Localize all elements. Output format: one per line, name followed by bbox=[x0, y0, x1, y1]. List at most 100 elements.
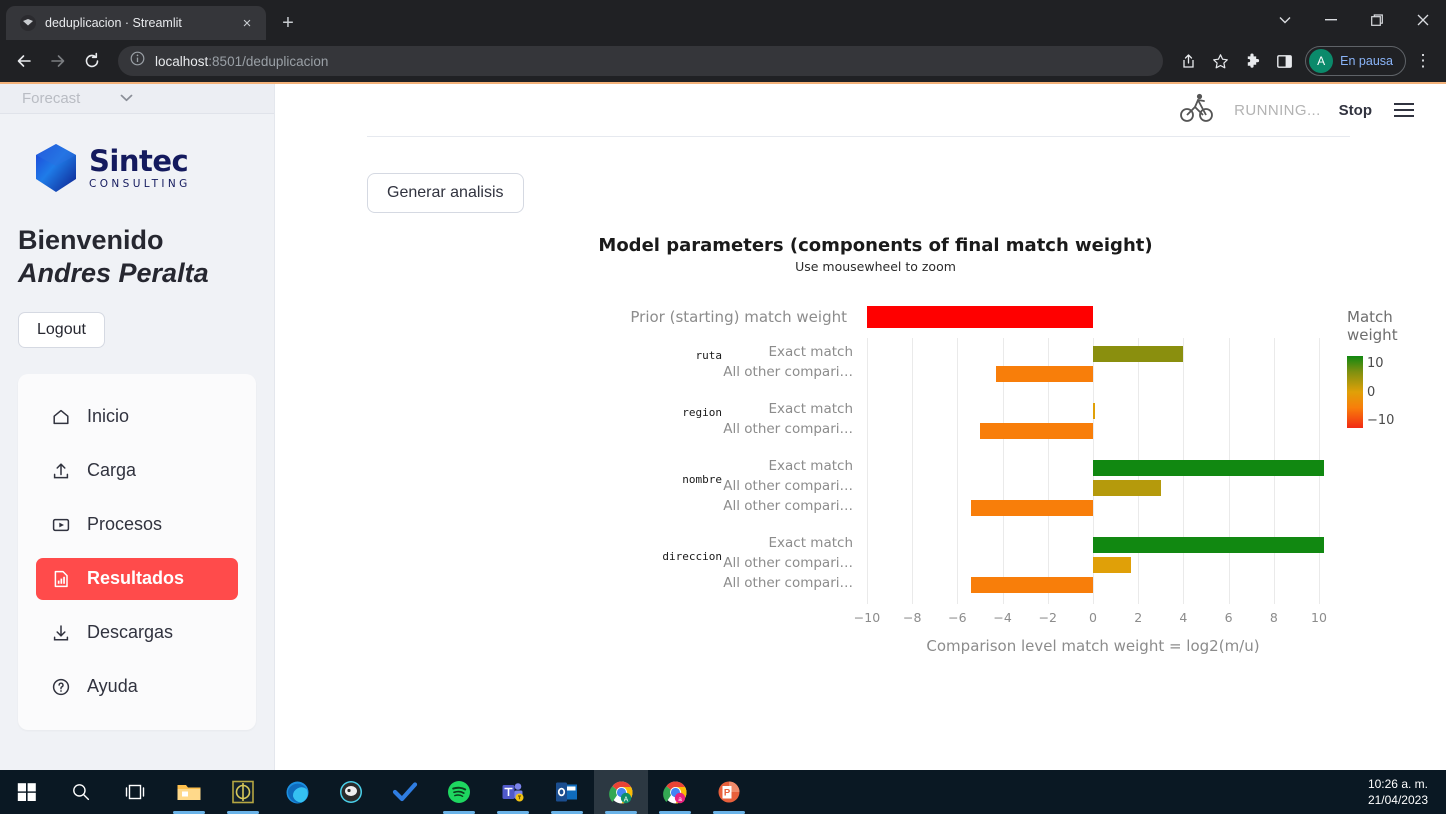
level-bar[interactable] bbox=[1093, 480, 1161, 496]
prior-match-weight-label: Prior (starting) match weight bbox=[630, 308, 847, 326]
microsoft-edge[interactable] bbox=[270, 770, 324, 814]
running-status-text: RUNNING... bbox=[1234, 101, 1321, 119]
sidebar-item-carga[interactable]: Carga bbox=[36, 450, 238, 492]
upload-icon bbox=[50, 460, 71, 481]
url-path: :8501/deduplicacion bbox=[208, 53, 329, 69]
plot-area[interactable]: Prior (starting) match weight Exact match… bbox=[275, 292, 1446, 655]
forward-icon[interactable] bbox=[42, 45, 74, 77]
browser-menu-icon[interactable]: ⋮ bbox=[1408, 46, 1438, 76]
browser-tab[interactable]: deduplicacion · Streamlit × bbox=[6, 6, 266, 40]
back-icon[interactable] bbox=[8, 45, 40, 77]
app-olive[interactable] bbox=[216, 770, 270, 814]
share-icon[interactable] bbox=[1173, 46, 1203, 76]
taskbar-clock[interactable]: 10:26 a. m. 21/04/2023 bbox=[1368, 776, 1436, 808]
group-label: nombre bbox=[682, 473, 722, 486]
close-tab-icon[interactable]: × bbox=[238, 14, 256, 32]
model-parameters-chart[interactable]: Model parameters (components of final ma… bbox=[275, 235, 1446, 655]
window-controls bbox=[1262, 0, 1446, 40]
level-bar[interactable] bbox=[995, 366, 1093, 382]
google-chrome-a[interactable]: A bbox=[594, 770, 648, 814]
spotify[interactable] bbox=[432, 770, 486, 814]
level-bar[interactable] bbox=[1093, 557, 1132, 573]
level-bar[interactable] bbox=[1093, 403, 1096, 419]
sidebar-item-label: Procesos bbox=[87, 514, 163, 535]
new-tab-button[interactable]: + bbox=[274, 9, 302, 37]
gridline bbox=[867, 338, 868, 604]
generar-analisis-button[interactable]: Generar analisis bbox=[367, 173, 524, 213]
file-explorer[interactable] bbox=[162, 770, 216, 814]
x-tick-label: 6 bbox=[1224, 610, 1233, 625]
page-info-icon[interactable] bbox=[130, 51, 145, 71]
maximize-restore-icon[interactable] bbox=[1354, 0, 1400, 40]
chart-title: Model parameters (components of final ma… bbox=[598, 235, 1153, 256]
sidebar-item-label: Ayuda bbox=[87, 676, 138, 697]
close-window-icon[interactable] bbox=[1400, 0, 1446, 40]
sidebar-item-ayuda[interactable]: Ayuda bbox=[36, 666, 238, 708]
microsoft-outlook[interactable] bbox=[540, 770, 594, 814]
sidebar-item-inicio[interactable]: Inicio bbox=[36, 396, 238, 438]
reload-icon[interactable] bbox=[76, 45, 108, 77]
browser-toolbar: localhost:8501/deduplicacion A En pausa … bbox=[0, 40, 1446, 84]
level-bar[interactable] bbox=[970, 577, 1093, 593]
colorbar-tick-low: −10 bbox=[1367, 413, 1395, 428]
side-panel-icon[interactable] bbox=[1269, 46, 1299, 76]
sidebar-item-label: Resultados bbox=[87, 568, 185, 589]
profile-chip[interactable]: A En pausa bbox=[1305, 46, 1406, 76]
chart-subtitle: Use mousewheel to zoom bbox=[795, 259, 956, 274]
logout-button[interactable]: Logout bbox=[18, 311, 105, 348]
logo-name: Sintec bbox=[89, 143, 189, 178]
tab-search-icon[interactable] bbox=[1262, 0, 1308, 40]
prior-match-weight-bar[interactable] bbox=[867, 306, 1093, 328]
colorbar-tick-mid: 0 bbox=[1367, 384, 1376, 400]
level-bar[interactable] bbox=[970, 500, 1093, 516]
logo-subtitle: CONSULTING bbox=[89, 177, 191, 190]
svg-text:a: a bbox=[678, 796, 682, 803]
sintec-logo-text: Sintec CONSULTING bbox=[89, 143, 191, 190]
microsoft-teams[interactable] bbox=[486, 770, 540, 814]
header-divider bbox=[367, 136, 1350, 137]
task-view-button[interactable] bbox=[108, 770, 162, 814]
level-bar[interactable] bbox=[980, 423, 1093, 439]
level-label: All other compari… bbox=[723, 421, 853, 437]
x-tick-label: −8 bbox=[902, 610, 922, 625]
address-bar[interactable]: localhost:8501/deduplicacion bbox=[118, 46, 1164, 76]
level-label: All other compari… bbox=[723, 364, 853, 380]
x-axis-title: Comparison level match weight = log2(m/u… bbox=[926, 637, 1260, 655]
app-menu-icon[interactable] bbox=[1390, 99, 1418, 121]
sidebar-item-descargas[interactable]: Descargas bbox=[36, 612, 238, 654]
microsoft-powerpoint[interactable]: P bbox=[702, 770, 756, 814]
sidebar-item-label: Inicio bbox=[87, 406, 130, 427]
google-chrome-b[interactable]: a bbox=[648, 770, 702, 814]
group-label: direccion bbox=[662, 550, 722, 563]
extensions-puzzle-icon[interactable] bbox=[1237, 46, 1267, 76]
svg-text:P: P bbox=[724, 788, 731, 799]
svg-text:A: A bbox=[623, 796, 628, 803]
stop-button[interactable]: Stop bbox=[1339, 102, 1372, 119]
sidebar-item-procesos[interactable]: Procesos bbox=[36, 504, 238, 546]
minimize-icon[interactable] bbox=[1308, 0, 1354, 40]
play-box-icon bbox=[50, 514, 71, 535]
app-sidebar: Forecast Sintec CONSULTING Bienvenido An… bbox=[0, 84, 275, 770]
microsoft-todo[interactable] bbox=[378, 770, 432, 814]
x-tick-label: 2 bbox=[1134, 610, 1143, 625]
bookmark-star-icon[interactable] bbox=[1205, 46, 1235, 76]
search-button[interactable] bbox=[54, 770, 108, 814]
level-label: All other compari… bbox=[723, 575, 853, 591]
start-button[interactable] bbox=[0, 770, 54, 814]
browser-window: deduplicacion · Streamlit × + localhost:… bbox=[0, 0, 1446, 814]
sidebar-item-resultados[interactable]: Resultados bbox=[36, 557, 238, 600]
level-bar[interactable] bbox=[1093, 537, 1324, 553]
legend-colorbar: 10 0 −10 bbox=[1347, 356, 1446, 428]
group-label: ruta bbox=[695, 349, 723, 362]
download-icon bbox=[50, 622, 71, 643]
level-bar[interactable] bbox=[1093, 460, 1324, 476]
app-dark-circle[interactable] bbox=[324, 770, 378, 814]
windows-taskbar: A a P 10:26 a. m. 21/04/2023 bbox=[0, 770, 1446, 814]
welcome-user: Andres Peralta bbox=[18, 257, 209, 288]
x-tick-label: −4 bbox=[993, 610, 1012, 625]
level-bar[interactable] bbox=[1093, 346, 1184, 362]
streamlit-status-bar: RUNNING... Stop bbox=[275, 84, 1446, 136]
help-circle-icon bbox=[50, 676, 71, 697]
system-tray: 10:26 a. m. 21/04/2023 bbox=[1368, 770, 1446, 814]
forecast-select[interactable]: Forecast bbox=[0, 84, 274, 114]
